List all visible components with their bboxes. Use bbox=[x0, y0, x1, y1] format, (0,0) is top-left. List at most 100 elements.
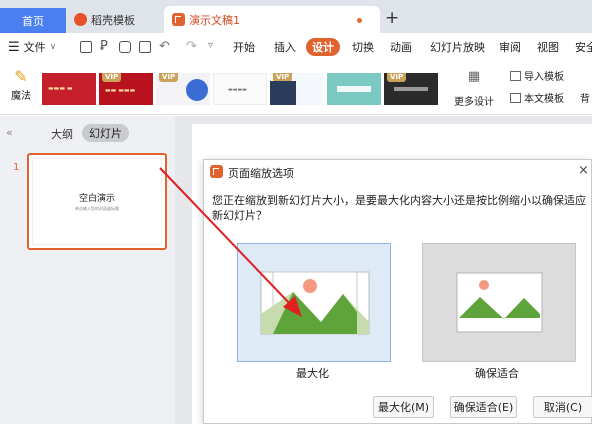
template-thumb-7[interactable]: VIP bbox=[384, 73, 438, 105]
template-thumb-6-art bbox=[337, 86, 371, 92]
import-template-label: 导入模板 bbox=[524, 72, 564, 83]
tab-shell-label: 稻壳模板 bbox=[91, 13, 135, 27]
slide-thumbnail-subtitle: 单击输入您的封面副标题 bbox=[75, 206, 119, 211]
tab-outline[interactable]: 大纲 bbox=[51, 126, 73, 142]
magic-button[interactable]: ✎ 魔法 bbox=[6, 67, 36, 109]
slide-thumbnail[interactable]: 空白演示 单击输入您的封面副标题 bbox=[27, 153, 167, 250]
more-design-label: 更多设计 bbox=[454, 97, 494, 108]
undo-icon[interactable]: ↶ bbox=[159, 39, 170, 54]
text-template-button[interactable]: 本文模板 bbox=[510, 90, 564, 105]
chevron-down-icon: ∨ bbox=[49, 42, 57, 52]
import-icon bbox=[510, 70, 521, 81]
template-thumb-7-art bbox=[394, 87, 428, 91]
menu-transition[interactable]: 切换 bbox=[352, 33, 374, 61]
option-maximize-label: 最大化 bbox=[296, 367, 329, 380]
template-thumb-1-art: ▬▬▬ ▬ bbox=[48, 85, 73, 92]
import-template-button[interactable]: 导入模板 bbox=[510, 68, 564, 83]
menu-design[interactable]: 设计 bbox=[306, 38, 340, 56]
vip-badge: VIP bbox=[387, 73, 407, 82]
slide-thumbnail-canvas: 空白演示 单击输入您的封面副标题 bbox=[32, 158, 162, 245]
template-thumb-5[interactable]: VIP bbox=[270, 73, 324, 105]
export-pdf-icon[interactable]: Ꝑ bbox=[100, 39, 108, 54]
template-thumb-3[interactable]: VIP bbox=[156, 73, 210, 105]
dialog-message: 您正在缩放到新幻灯片大小，是要最大化内容大小还是按比例缩小以确保适应新幻灯片？ bbox=[212, 194, 586, 222]
slide-number: 1 bbox=[13, 162, 20, 173]
hamburger-icon: ☰ bbox=[8, 39, 20, 55]
menu-insert-label: 插入 bbox=[274, 41, 296, 54]
save-icon[interactable] bbox=[80, 41, 92, 53]
quick-access-dropdown-icon[interactable]: ▿ bbox=[208, 40, 213, 51]
menu-security[interactable]: 安全 bbox=[575, 33, 592, 61]
template-thumb-1[interactable]: ▬▬▬ ▬ bbox=[42, 73, 96, 105]
tab-bar: 首页 稻壳模板 演示文稿1 + bbox=[0, 0, 592, 33]
menu-file[interactable]: ☰ 文件 ∨ bbox=[8, 33, 56, 61]
option-ensure-fit[interactable] bbox=[422, 243, 576, 362]
print-icon[interactable] bbox=[119, 41, 131, 53]
maximize-illustration bbox=[260, 271, 370, 335]
tab-home[interactable]: 首页 bbox=[0, 8, 66, 33]
unsaved-dot-icon bbox=[357, 18, 362, 23]
tab-shell-templates[interactable]: 稻壳模板 bbox=[66, 6, 160, 33]
magic-wand-icon: ✎ bbox=[14, 67, 28, 86]
cancel-button-label: 取消(C) bbox=[543, 401, 583, 414]
collapse-panel-icon[interactable]: « bbox=[6, 126, 13, 139]
menu-security-label: 安全 bbox=[575, 41, 592, 54]
cancel-button[interactable]: 取消(C) bbox=[533, 396, 592, 418]
fit-slide-frame bbox=[456, 272, 543, 333]
menu-animation[interactable]: 动画 bbox=[390, 33, 412, 61]
ensure-fit-button[interactable]: 确保适合(E) bbox=[450, 396, 517, 418]
tab-slides[interactable]: 幻灯片 bbox=[82, 124, 129, 142]
template-thumb-4[interactable]: ▬▬▬▬ bbox=[213, 73, 267, 105]
template-thumb-4-art: ▬▬▬▬ bbox=[228, 87, 247, 93]
template-thumb-6[interactable] bbox=[327, 73, 381, 105]
background-button[interactable]: 背 bbox=[580, 90, 590, 105]
menu-view-label: 视图 bbox=[537, 41, 559, 54]
vip-badge: VIP bbox=[102, 73, 122, 82]
ensure-fit-button-label: 确保适合(E) bbox=[453, 401, 514, 414]
print-preview-icon[interactable] bbox=[139, 41, 151, 53]
menu-file-label: 文件 bbox=[23, 41, 46, 54]
template-thumb-2[interactable]: VIP ▬▬ ▬▬▬ bbox=[99, 73, 153, 105]
page-scale-dialog: 页面缩放选项 × 您正在缩放到新幻灯片大小，是要最大化内容大小还是按比例缩小以确… bbox=[203, 159, 592, 424]
menu-insert[interactable]: 插入 bbox=[274, 33, 296, 61]
template-thumb-5-art bbox=[270, 81, 296, 105]
menu-slideshow[interactable]: 幻灯片放映 bbox=[430, 33, 485, 61]
grid-icon: ▦ bbox=[467, 69, 481, 84]
maximize-button[interactable]: 最大化(M) bbox=[373, 396, 434, 418]
menu-animation-label: 动画 bbox=[390, 41, 412, 54]
tab-home-label: 首页 bbox=[22, 14, 44, 28]
menu-review[interactable]: 审阅 bbox=[499, 33, 521, 61]
fit-sun bbox=[479, 280, 489, 290]
redo-icon[interactable]: ↷ bbox=[186, 39, 197, 54]
option-maximize[interactable] bbox=[237, 243, 391, 362]
menu-review-label: 审阅 bbox=[499, 41, 521, 54]
option-ensure-fit-label: 确保适合 bbox=[475, 367, 519, 380]
presentation-icon bbox=[210, 165, 223, 178]
shell-icon bbox=[74, 13, 87, 26]
fit-illustration bbox=[456, 272, 543, 333]
maximize-button-label: 最大化(M) bbox=[377, 401, 430, 414]
magic-label: 魔法 bbox=[11, 91, 31, 102]
text-template-label: 本文模板 bbox=[524, 94, 564, 105]
ribbon: ✎ 魔法 ▬▬▬ ▬ VIP ▬▬ ▬▬▬ VIP ▬▬▬▬ VIP VIP ▦… bbox=[0, 61, 592, 115]
presentation-icon bbox=[172, 13, 185, 26]
tab-document-label: 演示文稿1 bbox=[189, 13, 240, 27]
menu-start[interactable]: 开始 bbox=[233, 33, 255, 61]
menu-slideshow-label: 幻灯片放映 bbox=[430, 41, 485, 54]
slide-thumbnail-title: 空白演示 bbox=[78, 194, 115, 204]
close-icon[interactable]: × bbox=[578, 163, 589, 178]
template-thumb-3-art bbox=[186, 79, 208, 101]
vip-badge: VIP bbox=[159, 73, 179, 82]
menu-view[interactable]: 视图 bbox=[537, 33, 559, 61]
more-design-button[interactable]: ▦ 更多设计 bbox=[448, 69, 500, 108]
slide-panel: « 大纲 幻灯片 1 空白演示 单击输入您的封面副标题 bbox=[0, 116, 175, 424]
menu-start-label: 开始 bbox=[233, 41, 255, 54]
dialog-header: 页面缩放选项 × bbox=[204, 160, 592, 184]
template-thumb-2-art: ▬▬ ▬▬▬ bbox=[105, 87, 136, 94]
new-tab-button[interactable]: + bbox=[385, 8, 399, 28]
menu-transition-label: 切换 bbox=[352, 41, 374, 54]
template-icon bbox=[510, 92, 521, 103]
menu-bar: ☰ 文件 ∨ Ꝑ ↶ ↷ ▿ 开始 插入 设计 切换 动画 幻灯片放映 审阅 视… bbox=[0, 33, 592, 61]
max-sun bbox=[303, 279, 317, 293]
tab-document[interactable]: 演示文稿1 bbox=[164, 6, 380, 33]
